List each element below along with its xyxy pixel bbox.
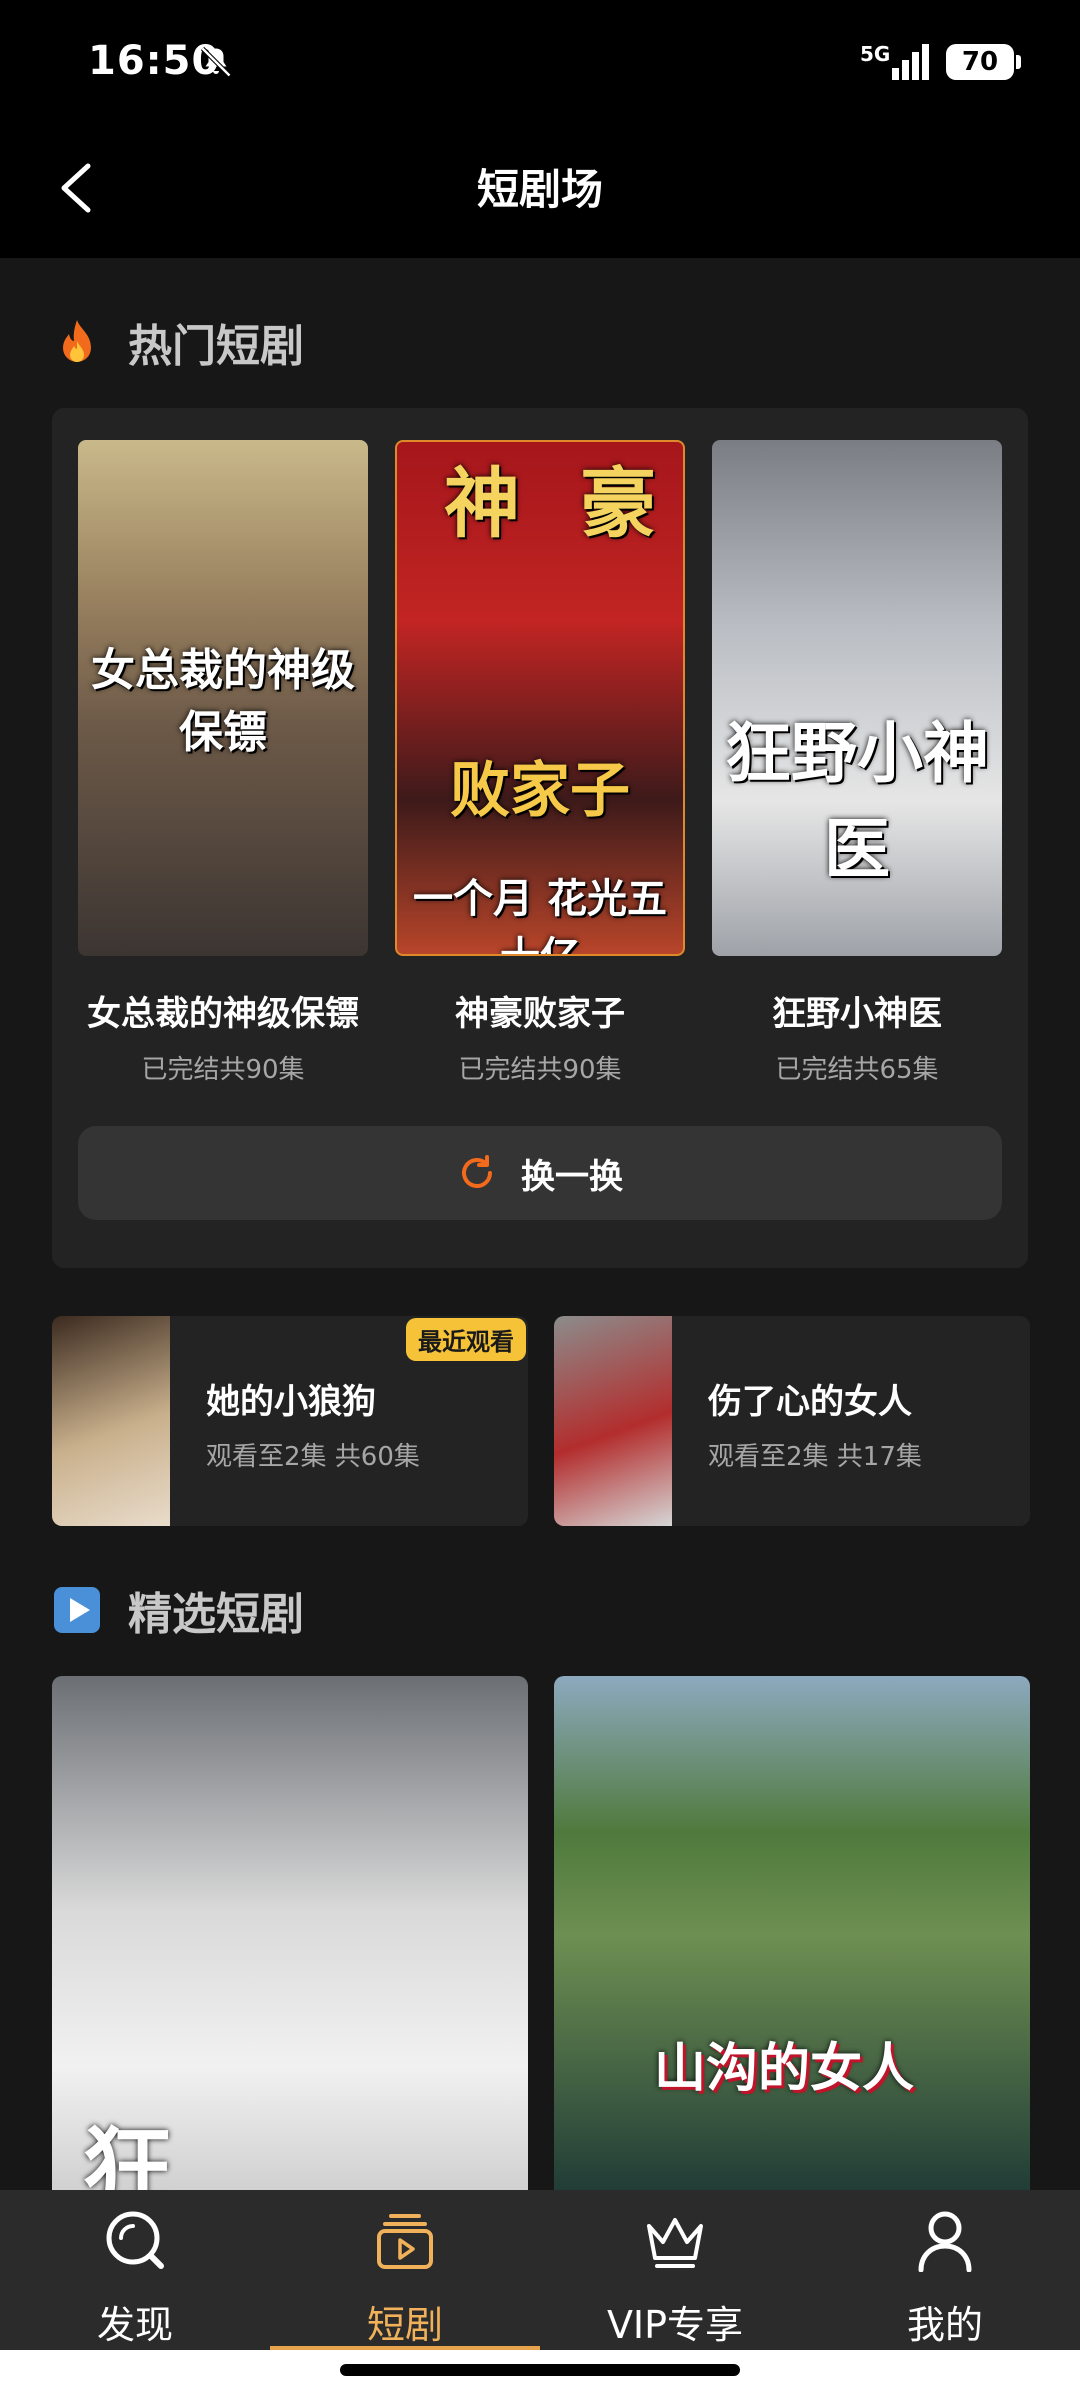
poster-title: 山沟的女人: [654, 2039, 915, 2099]
status-bar: 16:50 5G 70: [0, 0, 1080, 120]
recent-watch-card[interactable]: 伤了心的女人 观看至2集 共17集: [554, 1316, 1030, 1526]
short-drama-icon: [377, 2214, 433, 2269]
tab-label: 发现: [96, 2303, 173, 2347]
swap-button[interactable]: 换一换: [78, 1126, 1002, 1220]
poster-title: 狂野小神医: [725, 715, 989, 888]
tab-label: 短剧: [366, 2303, 443, 2347]
battery-level: 70: [946, 44, 1014, 80]
drama-episodes: 已完结共65集: [775, 1055, 939, 1085]
section-title-hot: 热门短剧: [128, 321, 304, 372]
signal-icon: [892, 44, 929, 80]
section-title-featured: 精选短剧: [128, 1589, 304, 1640]
refresh-icon: [462, 1155, 492, 1188]
recent-progress: 观看至2集 共17集: [708, 1442, 922, 1472]
discover-icon: [106, 2211, 164, 2269]
poster-subtitle: 败家子: [450, 756, 630, 826]
tab-label: 我的: [906, 2303, 983, 2347]
battery-tip: [1016, 55, 1021, 69]
tab-label: VIP专享: [606, 2303, 744, 2347]
hot-section-header: 热门短剧: [52, 312, 304, 372]
drama-poster[interactable]: 神豪 败家子 一个月 花光五十亿: [395, 440, 685, 956]
home-indicator[interactable]: [340, 2364, 740, 2376]
drama-episodes: 已完结共90集: [141, 1055, 305, 1085]
poster-title: 神豪: [444, 459, 656, 548]
recent-title: 她的小狼狗: [206, 1382, 376, 1422]
drama-poster[interactable]: 狂野小神医: [712, 440, 1002, 956]
hot-dramas-panel: 女总裁的神级保镖 女总裁的神级保镖 已完结共90集 神豪 败家子 一个月 花光五…: [52, 408, 1028, 1268]
tab-profile[interactable]: 我的: [810, 2190, 1080, 2360]
crown-icon: [647, 2218, 703, 2268]
recent-title: 伤了心的女人: [708, 1382, 912, 1422]
nav-bar: 短剧场: [0, 120, 1080, 258]
recent-thumbnail: [554, 1316, 672, 1526]
poster-title: 狂: [82, 2117, 172, 2196]
fire-icon: [63, 320, 91, 362]
drama-title: 狂野小神医: [772, 994, 942, 1034]
tab-discover[interactable]: 发现: [0, 2190, 270, 2360]
featured-section-header: 精选短剧: [52, 1580, 304, 1640]
drama-poster[interactable]: 女总裁的神级保镖: [78, 440, 368, 956]
mute-bell-icon: [200, 46, 232, 78]
featured-drama-card[interactable]: 山沟的女人: [554, 1676, 1030, 2196]
poster-title: 女总裁的神级保镖: [91, 645, 355, 758]
poster-tagline: 一个月 花光五十亿: [413, 876, 667, 954]
tab-vip[interactable]: VIP专享: [540, 2190, 810, 2360]
page-title: 短剧场: [476, 165, 603, 214]
recent-thumbnail: [52, 1316, 170, 1526]
hot-drama-card[interactable]: 女总裁的神级保镖 女总裁的神级保镖 已完结共90集: [78, 440, 368, 1086]
recent-progress: 观看至2集 共60集: [206, 1442, 420, 1472]
profile-icon: [918, 2211, 972, 2272]
recent-watch-card[interactable]: 她的小狼狗 观看至2集 共60集 最近观看: [52, 1316, 528, 1526]
hot-drama-card[interactable]: 狂野小神医 狂野小神医 已完结共65集: [712, 440, 1002, 1086]
play-square-icon: [54, 1587, 100, 1633]
drama-title: 神豪败家子: [455, 994, 625, 1034]
hot-drama-card[interactable]: 神豪 败家子 一个月 花光五十亿 神豪败家子 已完结共90集: [395, 440, 685, 1086]
drama-episodes: 已完结共90集: [458, 1055, 622, 1085]
recent-badge: 最近观看: [406, 1318, 526, 1361]
swap-label: 换一换: [521, 1156, 623, 1197]
featured-drama-card[interactable]: 狂: [52, 1676, 528, 2196]
tab-short-drama[interactable]: 短剧: [270, 2190, 540, 2360]
drama-title: 女总裁的神级保镖: [87, 994, 359, 1034]
